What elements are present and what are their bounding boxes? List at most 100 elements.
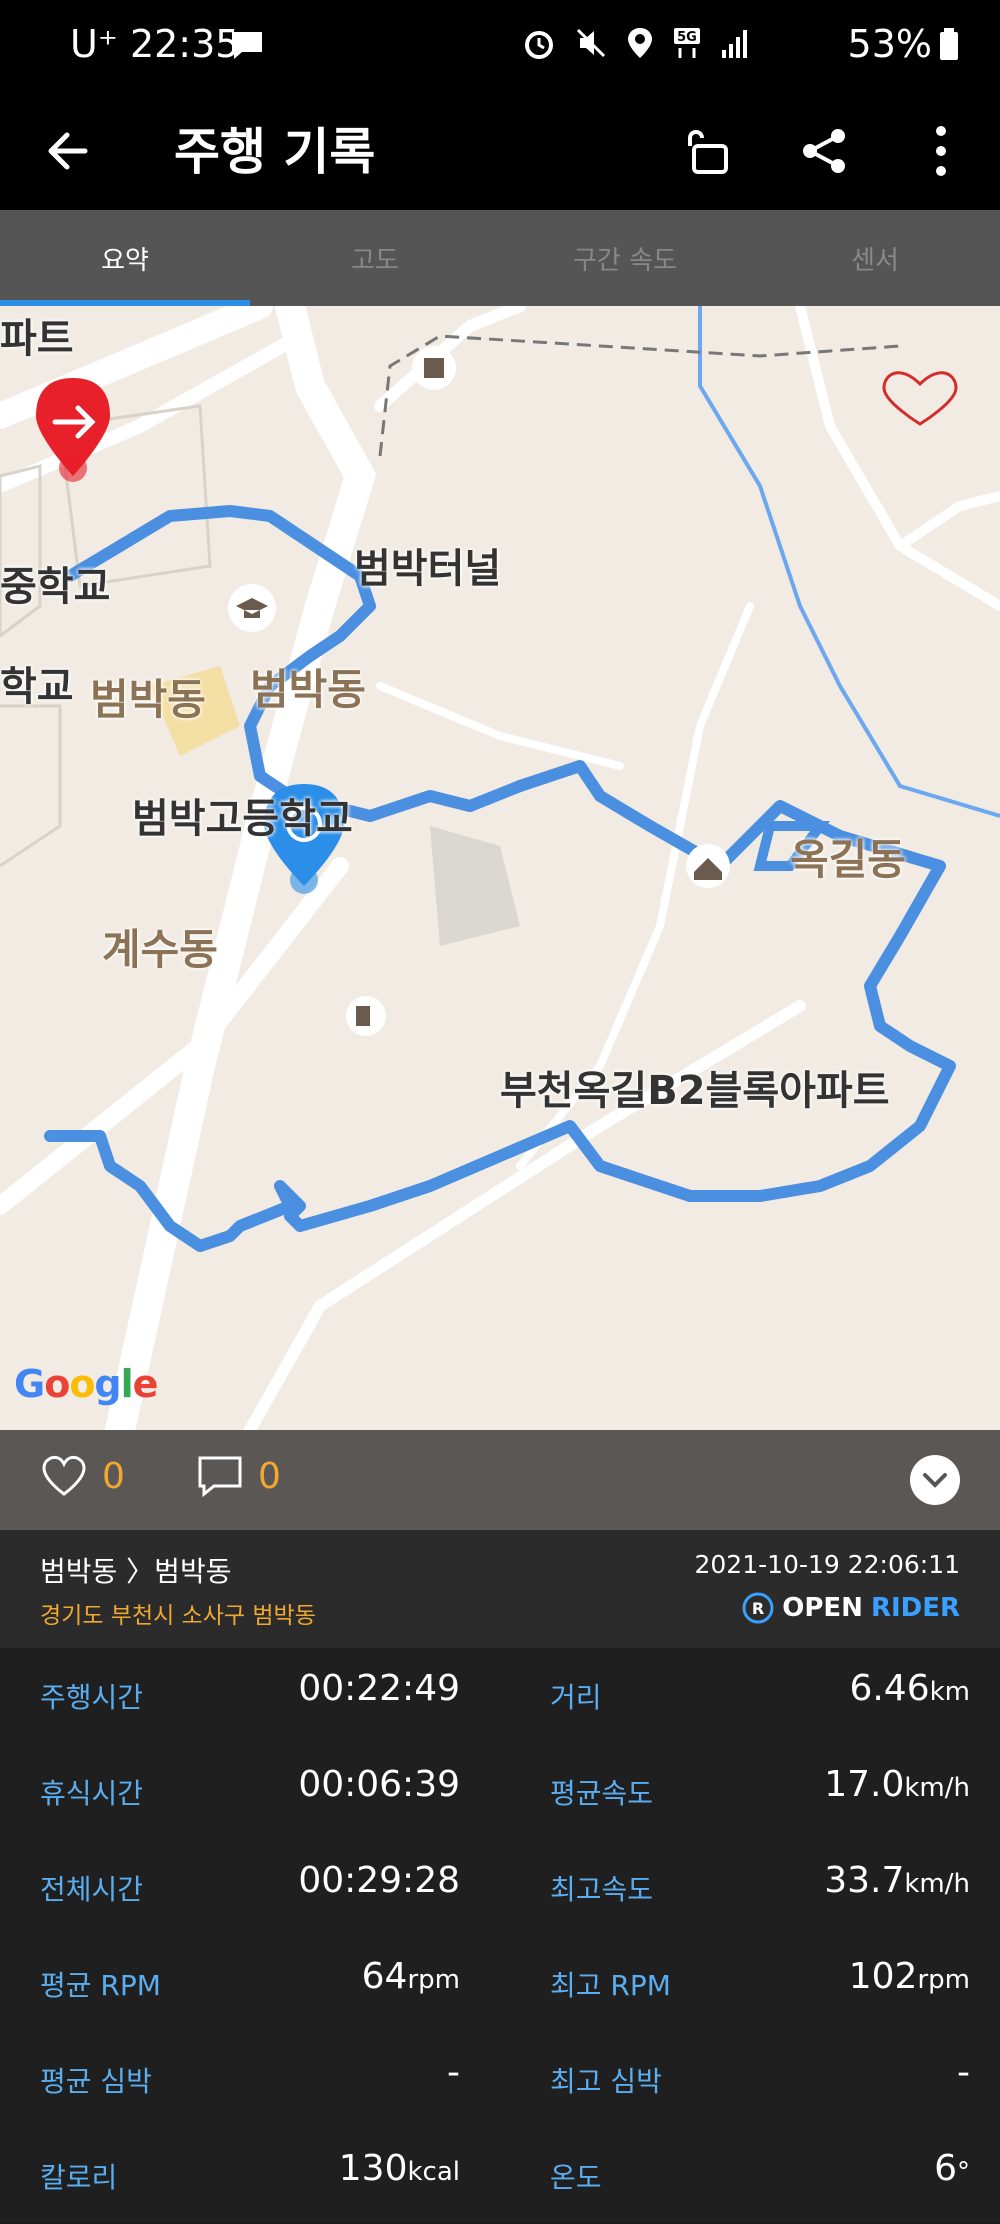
stat-label: 온도 — [550, 2161, 602, 2194]
comment-button[interactable]: 0 — [196, 1454, 281, 1498]
like-button[interactable]: 0 — [40, 1454, 125, 1498]
brand-rider: RIDER — [870, 1593, 960, 1623]
app-bar: 주행 기록 — [0, 92, 1000, 210]
stat-value: 6° — [934, 2148, 970, 2189]
chevron-down-icon — [923, 1473, 947, 1488]
stat-value: 33.7km/h — [824, 1860, 970, 1901]
stat-value: 64rpm — [361, 1956, 460, 1997]
stat-label: 평균 RPM — [40, 1969, 161, 2002]
battery-icon — [940, 28, 958, 60]
stat-value: 17.0km/h — [824, 1764, 970, 1805]
stat-label: 칼로리 — [40, 2161, 118, 2194]
back-button[interactable] — [32, 116, 102, 186]
stat-value: 00:06:39 — [298, 1764, 460, 1805]
ride-datetime: 2021-10-19 22:06:11 — [694, 1550, 960, 1579]
share-button[interactable] — [790, 116, 860, 186]
status-bar: U⁺ 22:35 5G 53% — [0, 0, 1000, 92]
page-title: 주행 기록 — [174, 123, 376, 181]
map-label: 범박동 — [250, 665, 366, 714]
stats-row: 칼로리 130kcal 온도 6° — [0, 2128, 1000, 2224]
location-icon — [628, 28, 652, 58]
comment-icon — [198, 1456, 242, 1498]
stat-value: 130kcal — [338, 2148, 460, 2189]
map-label: 범박터널 — [354, 546, 502, 592]
tab-sensor[interactable]: 센서 — [750, 210, 1000, 306]
unlock-button[interactable] — [672, 116, 742, 186]
map-label: 계수동 — [102, 925, 218, 974]
stat-label: 최고속도 — [550, 1873, 654, 1906]
stat-value: 6.46km — [849, 1668, 970, 1709]
route-address: 경기도 부천시 소사구 범박동 — [40, 1603, 316, 1629]
stat-avg-heart-rate: 평균 심박 - — [0, 2032, 460, 2128]
tab-bar: 요약 고도 구간 속도 센서 — [0, 210, 1000, 306]
stat-label: 거리 — [550, 1681, 602, 1714]
stat-label: 평균속도 — [550, 1777, 654, 1810]
route-name: 범박동 〉범박동 — [40, 1555, 232, 1588]
stat-max-speed: 최고속도 33.7km/h — [510, 1840, 970, 1936]
stat-label: 주행시간 — [40, 1681, 144, 1714]
map-label: 범박고등학교 — [132, 796, 353, 842]
stats-row: 휴식시간 00:06:39 평균속도 17.0km/h — [0, 1744, 1000, 1840]
unlock-icon — [688, 130, 728, 174]
stat-value: - — [447, 2052, 460, 2093]
stat-label: 평균 심박 — [40, 2065, 152, 2098]
status-icons: 5G — [522, 26, 750, 60]
message-icon — [232, 32, 262, 59]
stat-temperature: 온도 6° — [510, 2128, 970, 2224]
signal-icon — [722, 30, 747, 58]
stats-panel: 주행시간 00:22:49 거리 6.46km 휴식시간 00:06:39 평균… — [0, 1648, 1000, 2222]
more-button[interactable] — [906, 116, 976, 186]
tab-altitude[interactable]: 고도 — [250, 210, 500, 306]
stats-row: 주행시간 00:22:49 거리 6.46km — [0, 1648, 1000, 1744]
stat-max-heart-rate: 최고 심박 - — [510, 2032, 970, 2128]
more-vertical-icon — [936, 126, 946, 176]
share-icon — [803, 129, 845, 173]
map-label: 부천옥길B2블록아파트 — [500, 1068, 890, 1114]
stat-label: 전체시간 — [40, 1873, 144, 1906]
map-label: 학교 — [0, 664, 74, 710]
stat-avg-rpm: 평균 RPM 64rpm — [0, 1936, 460, 2032]
alarm-icon — [525, 31, 553, 59]
heart-icon — [42, 1456, 86, 1496]
stats-row: 평균 RPM 64rpm 최고 RPM 102rpm — [0, 1936, 1000, 2032]
brand-open: OPEN — [782, 1593, 863, 1623]
stats-row: 평균 심박 - 최고 심박 - — [0, 2032, 1000, 2128]
stat-distance: 거리 6.46km — [510, 1648, 970, 1744]
stat-total-time: 전체시간 00:29:28 — [0, 1840, 460, 1936]
map-label: 옥길동 — [790, 835, 906, 884]
tab-summary[interactable]: 요약 — [0, 210, 250, 306]
like-count: 0 — [102, 1455, 125, 1497]
stat-label: 최고 RPM — [550, 1969, 671, 2002]
battery-percent: 53% — [847, 22, 932, 66]
stat-value: 00:22:49 — [298, 1668, 460, 1709]
stat-avg-speed: 평균속도 17.0km/h — [510, 1744, 970, 1840]
ride-info: 범박동 〉범박동 경기도 부천시 소사구 범박동 2021-10-19 22:0… — [0, 1530, 1000, 1648]
stat-label: 최고 심박 — [550, 2065, 662, 2098]
openrider-logo: R OPEN RIDER — [742, 1592, 960, 1624]
stat-value: - — [957, 2052, 970, 2093]
stat-rest-time: 휴식시간 00:06:39 — [0, 1744, 460, 1840]
stats-row: 전체시간 00:29:28 최고속도 33.7km/h — [0, 1840, 1000, 1936]
stat-riding-time: 주행시간 00:22:49 — [0, 1648, 460, 1744]
svg-text:R: R — [752, 1599, 764, 1618]
stat-max-rpm: 최고 RPM 102rpm — [510, 1936, 970, 2032]
status-time: U⁺ 22:35 — [70, 22, 240, 66]
stat-label: 휴식시간 — [40, 1777, 144, 1810]
route-map[interactable]: 파트 중학교 학교 범박동 범박동 범박터널 범박고등학교 계수동 옥길동 부천… — [0, 306, 1000, 1430]
expand-button[interactable] — [910, 1455, 960, 1505]
google-logo: Google — [14, 1362, 158, 1406]
stat-calories: 칼로리 130kcal — [0, 2128, 460, 2224]
stat-value: 00:29:28 — [298, 1860, 460, 1901]
arrow-left-icon — [48, 132, 88, 170]
mute-icon — [576, 28, 606, 58]
svg-text:5G: 5G — [677, 30, 697, 45]
openrider-icon: R — [742, 1592, 774, 1624]
tab-section-speed[interactable]: 구간 속도 — [500, 210, 750, 306]
map-label: 범박동 — [90, 675, 206, 724]
social-bar: 0 0 — [0, 1430, 1000, 1530]
comment-count: 0 — [258, 1455, 281, 1497]
5g-icon: 5G — [674, 28, 700, 58]
map-label: 파트 — [0, 316, 74, 362]
map-label: 중학교 — [0, 564, 111, 610]
stat-value: 102rpm — [848, 1956, 970, 1997]
